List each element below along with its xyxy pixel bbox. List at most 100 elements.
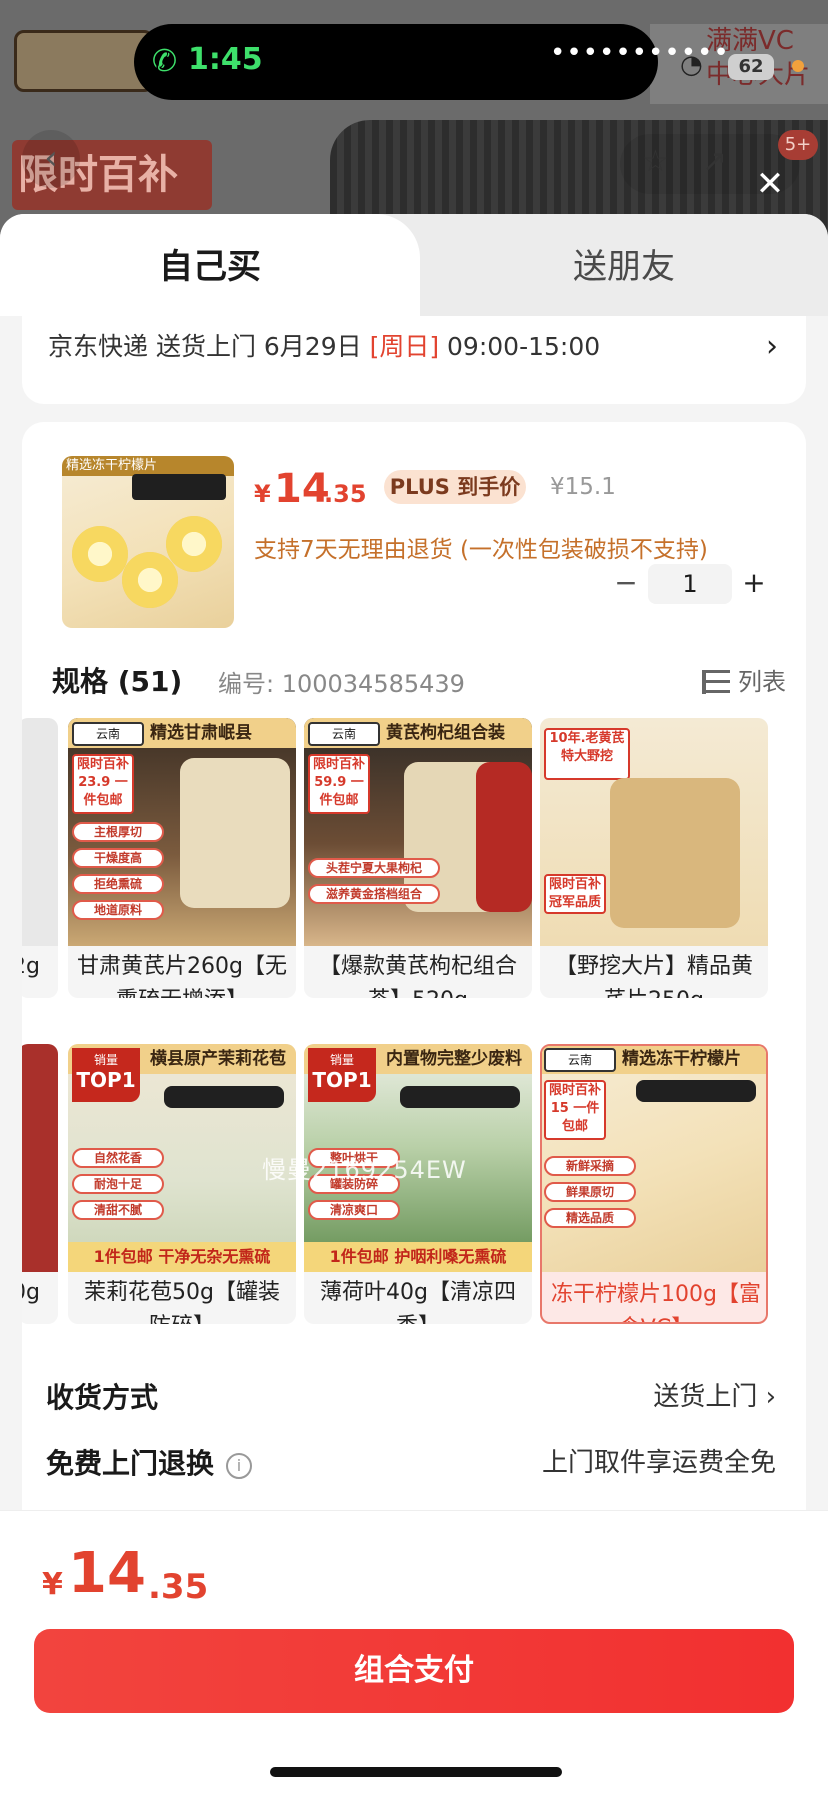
decrease-button[interactable]: − [606, 564, 646, 604]
jar-lid [400, 1086, 520, 1108]
feature-chip: 干燥度高 [72, 848, 164, 868]
variant-name: 薄荷叶40g【清凉四季】 [320, 1280, 516, 1324]
product-jar [610, 778, 740, 928]
checkout-bar: ¥ 14 .35 组合支付 [0, 1510, 828, 1796]
variant-image: 横县原产茉莉花苞 销量 TOP1 自然花香 耐泡十足 清甜不腻 1件包邮 干净无杂… [68, 1044, 296, 1272]
share-icon[interactable]: ↗ [702, 144, 727, 179]
delivery-info-row[interactable]: 京东快递 送货上门 6月29日 [周日] 09:00-15:00 › [22, 316, 806, 404]
free-return-row[interactable]: 免费上门退换 i 上门取件享运费全免 [46, 1434, 786, 1484]
list-icon [702, 670, 730, 694]
variant-image: 黄芪枸杞组合装 云南 限时百补 59.9 一件包邮 头茬宁夏大果枸杞 滋养黄金搭… [304, 718, 532, 946]
variant-tile[interactable]: 黄芪枸杞组合装 云南 限时百补 59.9 一件包邮 头茬宁夏大果枸杞 滋养黄金搭… [304, 718, 532, 998]
feature-chip: 头茬宁夏大果枸杞 [308, 858, 440, 878]
chevron-right-icon: › [765, 1382, 776, 1412]
promo-price-tag: 限时百补 冠军品质 [544, 874, 606, 914]
status-dot [792, 60, 804, 72]
wifi-icon: ◔ [680, 50, 703, 80]
home-indicator[interactable] [270, 1767, 562, 1777]
increase-button[interactable]: + [734, 564, 774, 604]
star-icon[interactable]: ☆ [642, 144, 669, 179]
quantity-stepper: − 1 + [606, 564, 786, 604]
variant-tile[interactable]: 0g [22, 1044, 58, 1324]
receive-method-value: 送货上门 › [653, 1382, 776, 1412]
feature-chip: 鲜果原切 [544, 1182, 636, 1202]
variant-name: 茉莉花苞50g【罐装防碎】 [84, 1280, 280, 1324]
feature-chips: 整叶烘干 罐装防碎 清凉爽口 [308, 1148, 400, 1226]
jar-lid [636, 1080, 756, 1102]
total-price-decimal: .35 [148, 1567, 209, 1607]
variant-tile[interactable]: 精选甘肃岷县 云南 限时百补 23.9 一件包邮 主根厚切 干燥度高 拒绝熏硫 … [68, 718, 296, 998]
spec-header: 规格 (51) 编号: 100034585439 列表 [52, 658, 792, 702]
return-policy-note: 支持7天无理由退货 (一次性包装破损不支持) [254, 537, 708, 563]
promo-badge: 10年.老黄芪 特大野挖 [544, 728, 630, 780]
tab-gift[interactable]: 送朋友 [420, 214, 828, 316]
plus-price-badge: PLUS 到手价 [384, 470, 526, 504]
variant-tile[interactable]: 横县原产茉莉花苞 销量 TOP1 自然花香 耐泡十足 清甜不腻 1件包邮 干净无杂… [68, 1044, 296, 1324]
variant-name: 冻干柠檬片100g【富含VC】 [551, 1282, 761, 1322]
feature-chips: 自然花香 耐泡十足 清甜不腻 [72, 1148, 164, 1226]
brand-logo: 云南 [308, 722, 380, 746]
product-image-tag: 精选冻干柠檬片 [62, 456, 234, 476]
variant-tile[interactable]: 10年.老黄芪 特大野挖 限时百补 冠军品质 【野挖大片】精品黄芪片250g [540, 718, 768, 998]
variant-image: 精选甘肃岷县 云南 限时百补 23.9 一件包邮 主根厚切 干燥度高 拒绝熏硫 … [68, 718, 296, 946]
product-thumbnail: 精选冻干柠檬片 [62, 456, 234, 628]
feature-chip: 清凉爽口 [308, 1200, 400, 1220]
variant-tile[interactable]: 2g [22, 718, 58, 998]
variant-image: 精选冻干柠檬片 云南 限时百补 15 一件包邮 新鲜采摘 鲜果原切 精选品质 [542, 1046, 766, 1272]
close-icon[interactable]: ✕ [752, 166, 788, 202]
top-seller-badge: 销量 TOP1 [308, 1048, 376, 1102]
product-jar [476, 762, 532, 912]
variant-name: 【爆款黄芪枸杞组合茶】520g [318, 954, 517, 998]
jar-lid [164, 1086, 284, 1108]
spec-number: 编号: 100034585439 [218, 670, 465, 698]
brand-logo: 云南 [544, 1048, 616, 1072]
original-price: ¥15.1 [550, 474, 616, 500]
quantity-input[interactable]: 1 [648, 564, 732, 604]
feature-chips: 主根厚切 干燥度高 拒绝熏硫 地道原料 [72, 822, 164, 926]
feature-chip: 自然花香 [72, 1148, 164, 1168]
cart-count-badge: 5+ [778, 130, 818, 160]
lemon-slice [72, 526, 128, 582]
variant-image: 10年.老黄芪 特大野挖 限时百补 冠军品质 [540, 718, 768, 946]
variant-tile[interactable]: 内置物完整少废料 销量 TOP1 整叶烘干 罐装防碎 清凉爽口 1件包邮 护咽利嗓… [304, 1044, 532, 1324]
free-return-value: 上门取件享运费全免 [541, 1448, 776, 1478]
total-price-symbol: ¥ [42, 1567, 63, 1602]
phone-icon: ✆ [152, 44, 178, 79]
feature-chip: 主根厚切 [72, 822, 164, 842]
variant-name: 甘肃黄芪片260g【无熏硫无增添】 [77, 954, 287, 998]
feature-chip: 新鲜采摘 [544, 1156, 636, 1176]
price-symbol: ¥ [254, 480, 271, 508]
feature-chip: 耐泡十足 [72, 1174, 164, 1194]
price-decimal: .35 [324, 480, 367, 508]
dynamic-island: ✆ 1:45 ••••••••••• [134, 24, 729, 100]
feature-chip: 拒绝熏硫 [72, 874, 164, 894]
combined-pay-button[interactable]: 组合支付 [34, 1629, 794, 1713]
variant-tile-selected[interactable]: 精选冻干柠檬片 云南 限时百补 15 一件包邮 新鲜采摘 鲜果原切 精选品质 冻… [540, 1044, 768, 1324]
variant-name: 2g [22, 954, 40, 979]
feature-chip: 清甜不腻 [72, 1200, 164, 1220]
feature-chip: 罐装防碎 [308, 1174, 400, 1194]
variant-image [22, 1044, 58, 1272]
list-view-toggle[interactable]: 列表 [702, 662, 786, 697]
price-integer: 14 [274, 466, 330, 512]
brand-logo [14, 30, 154, 92]
tab-buy-self[interactable]: 自己买 [0, 214, 420, 316]
feature-chips: 头茬宁夏大果枸杞 滋养黄金搭档组合 [308, 858, 440, 910]
back-icon[interactable]: ‹ [22, 130, 80, 188]
variant-image: 内置物完整少废料 销量 TOP1 整叶烘干 罐装防碎 清凉爽口 1件包邮 护咽利嗓… [304, 1044, 532, 1272]
jar-lid [132, 474, 226, 500]
receive-method-row[interactable]: 收货方式 送货上门 › [46, 1368, 786, 1418]
lemon-slice [166, 516, 222, 572]
product-card: 精选冻干柠檬片 ¥ 14 .35 PLUS 到手价 ¥15.1 支持7天无理由退… [22, 422, 806, 1542]
product-jar [180, 758, 290, 908]
info-icon[interactable]: i [226, 1453, 253, 1479]
feature-chips: 新鲜采摘 鲜果原切 精选品质 [544, 1156, 636, 1234]
spec-title: 规格 (51) [52, 665, 183, 698]
purchase-tabs: 送朋友 自己买 [0, 214, 828, 316]
promo-price-tag: 限时百补 59.9 一件包邮 [308, 754, 370, 814]
variant-grid: 2g 精选甘肃岷县 云南 限时百补 23.9 一件包邮 主根厚切 干燥度高 拒绝… [22, 718, 806, 1324]
feature-chip: 滋养黄金搭档组合 [308, 884, 440, 904]
status-time: 1:45 [188, 42, 263, 77]
delivery-time-window: 09:00-15:00 [439, 332, 601, 361]
call-waveform-icon: ••••••••••• [550, 38, 730, 68]
